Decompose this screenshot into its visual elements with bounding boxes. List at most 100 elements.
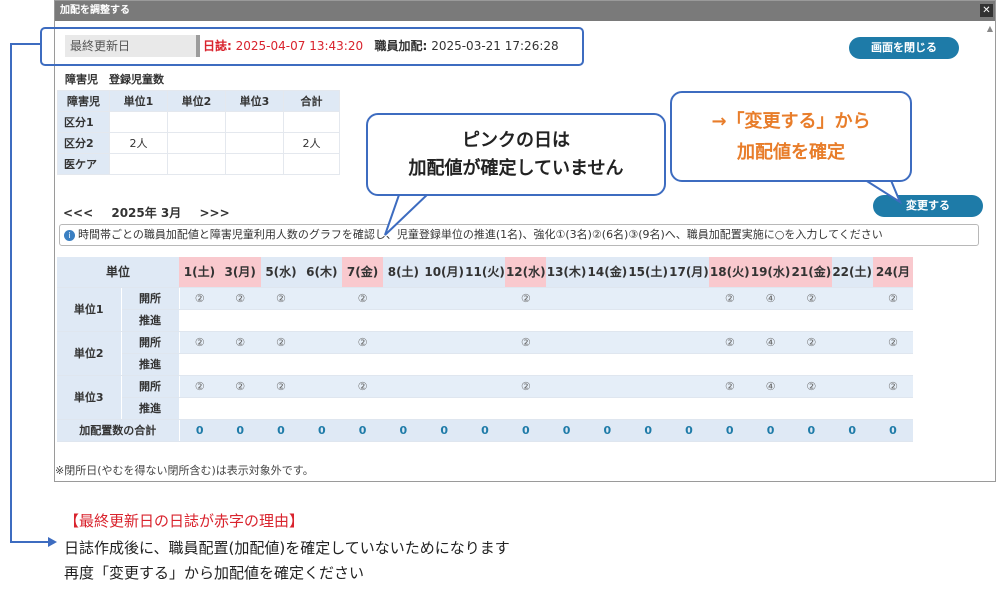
promote-cell[interactable] bbox=[668, 397, 710, 420]
open-cell[interactable]: ② bbox=[505, 287, 547, 310]
promote-cell[interactable] bbox=[342, 397, 383, 420]
promote-cell[interactable] bbox=[790, 353, 832, 376]
open-cell[interactable]: ② bbox=[219, 331, 261, 354]
open-cell[interactable]: ② bbox=[709, 287, 751, 310]
promote-cell[interactable] bbox=[179, 353, 220, 376]
promote-cell[interactable] bbox=[750, 353, 791, 376]
open-cell[interactable]: ② bbox=[260, 331, 302, 354]
promote-cell[interactable] bbox=[872, 353, 914, 376]
scroll-up-icon[interactable]: ▲ bbox=[987, 24, 993, 33]
open-cell[interactable]: ② bbox=[260, 375, 302, 398]
open-cell[interactable] bbox=[382, 375, 424, 398]
open-cell[interactable] bbox=[627, 375, 669, 398]
promote-cell[interactable] bbox=[709, 397, 751, 420]
promote-cell[interactable] bbox=[709, 353, 751, 376]
open-cell[interactable] bbox=[382, 331, 424, 354]
open-cell[interactable] bbox=[831, 331, 873, 354]
close-icon[interactable]: ✕ bbox=[980, 4, 993, 17]
promote-cell[interactable] bbox=[546, 353, 587, 376]
open-cell[interactable] bbox=[464, 375, 506, 398]
promote-cell[interactable] bbox=[342, 353, 383, 376]
open-cell[interactable]: ② bbox=[790, 287, 832, 310]
open-cell[interactable] bbox=[301, 331, 343, 354]
promote-cell[interactable] bbox=[790, 397, 832, 420]
promote-cell[interactable] bbox=[505, 309, 547, 332]
promote-cell[interactable] bbox=[260, 309, 302, 332]
promote-cell[interactable] bbox=[342, 309, 383, 332]
promote-cell[interactable] bbox=[627, 397, 669, 420]
promote-cell[interactable] bbox=[382, 397, 424, 420]
promote-cell[interactable] bbox=[831, 353, 873, 376]
promote-cell[interactable] bbox=[219, 309, 261, 332]
open-cell[interactable] bbox=[586, 287, 628, 310]
open-cell[interactable] bbox=[668, 287, 710, 310]
open-cell[interactable] bbox=[627, 331, 669, 354]
open-cell[interactable] bbox=[301, 375, 343, 398]
promote-cell[interactable] bbox=[750, 397, 791, 420]
open-cell[interactable]: ② bbox=[342, 331, 383, 354]
open-cell[interactable]: ④ bbox=[750, 375, 791, 398]
open-cell[interactable] bbox=[668, 375, 710, 398]
promote-cell[interactable] bbox=[546, 397, 587, 420]
open-cell[interactable] bbox=[301, 287, 343, 310]
promote-cell[interactable] bbox=[179, 309, 220, 332]
open-cell[interactable]: ② bbox=[179, 375, 220, 398]
open-cell[interactable]: ② bbox=[790, 331, 832, 354]
promote-cell[interactable] bbox=[423, 309, 465, 332]
promote-cell[interactable] bbox=[219, 397, 261, 420]
open-cell[interactable] bbox=[464, 331, 506, 354]
open-cell[interactable] bbox=[546, 331, 587, 354]
open-cell[interactable]: ② bbox=[505, 375, 547, 398]
promote-cell[interactable] bbox=[872, 397, 914, 420]
promote-cell[interactable] bbox=[668, 309, 710, 332]
promote-cell[interactable] bbox=[382, 353, 424, 376]
open-cell[interactable]: ② bbox=[342, 287, 383, 310]
prev-month-link[interactable]: <<< bbox=[63, 206, 93, 220]
open-cell[interactable]: ② bbox=[179, 331, 220, 354]
open-cell[interactable]: ④ bbox=[750, 287, 791, 310]
open-cell[interactable]: ② bbox=[179, 287, 220, 310]
open-cell[interactable] bbox=[831, 375, 873, 398]
open-cell[interactable] bbox=[464, 287, 506, 310]
promote-cell[interactable] bbox=[423, 353, 465, 376]
open-cell[interactable] bbox=[423, 375, 465, 398]
promote-cell[interactable] bbox=[546, 309, 587, 332]
open-cell[interactable] bbox=[831, 287, 873, 310]
open-cell[interactable] bbox=[423, 331, 465, 354]
promote-cell[interactable] bbox=[586, 309, 628, 332]
open-cell[interactable] bbox=[586, 375, 628, 398]
promote-cell[interactable] bbox=[464, 309, 506, 332]
close-screen-button[interactable]: 画面を閉じる bbox=[849, 37, 959, 59]
open-cell[interactable]: ② bbox=[872, 331, 914, 354]
open-cell[interactable] bbox=[586, 331, 628, 354]
promote-cell[interactable] bbox=[586, 397, 628, 420]
open-cell[interactable]: ② bbox=[342, 375, 383, 398]
promote-cell[interactable] bbox=[179, 397, 220, 420]
open-cell[interactable] bbox=[382, 287, 424, 310]
promote-cell[interactable] bbox=[668, 353, 710, 376]
open-cell[interactable] bbox=[627, 287, 669, 310]
promote-cell[interactable] bbox=[709, 309, 751, 332]
open-cell[interactable]: ② bbox=[872, 287, 914, 310]
promote-cell[interactable] bbox=[260, 397, 302, 420]
promote-cell[interactable] bbox=[260, 353, 302, 376]
open-cell[interactable]: ② bbox=[219, 375, 261, 398]
promote-cell[interactable] bbox=[586, 353, 628, 376]
promote-cell[interactable] bbox=[831, 397, 873, 420]
promote-cell[interactable] bbox=[301, 309, 343, 332]
open-cell[interactable]: ② bbox=[219, 287, 261, 310]
promote-cell[interactable] bbox=[301, 397, 343, 420]
open-cell[interactable]: ② bbox=[790, 375, 832, 398]
open-cell[interactable]: ② bbox=[260, 287, 302, 310]
open-cell[interactable] bbox=[423, 287, 465, 310]
promote-cell[interactable] bbox=[627, 309, 669, 332]
promote-cell[interactable] bbox=[505, 353, 547, 376]
promote-cell[interactable] bbox=[750, 309, 791, 332]
promote-cell[interactable] bbox=[627, 353, 669, 376]
promote-cell[interactable] bbox=[382, 309, 424, 332]
open-cell[interactable]: ② bbox=[709, 331, 751, 354]
open-cell[interactable] bbox=[546, 375, 587, 398]
open-cell[interactable] bbox=[546, 287, 587, 310]
promote-cell[interactable] bbox=[831, 309, 873, 332]
open-cell[interactable]: ② bbox=[709, 375, 751, 398]
